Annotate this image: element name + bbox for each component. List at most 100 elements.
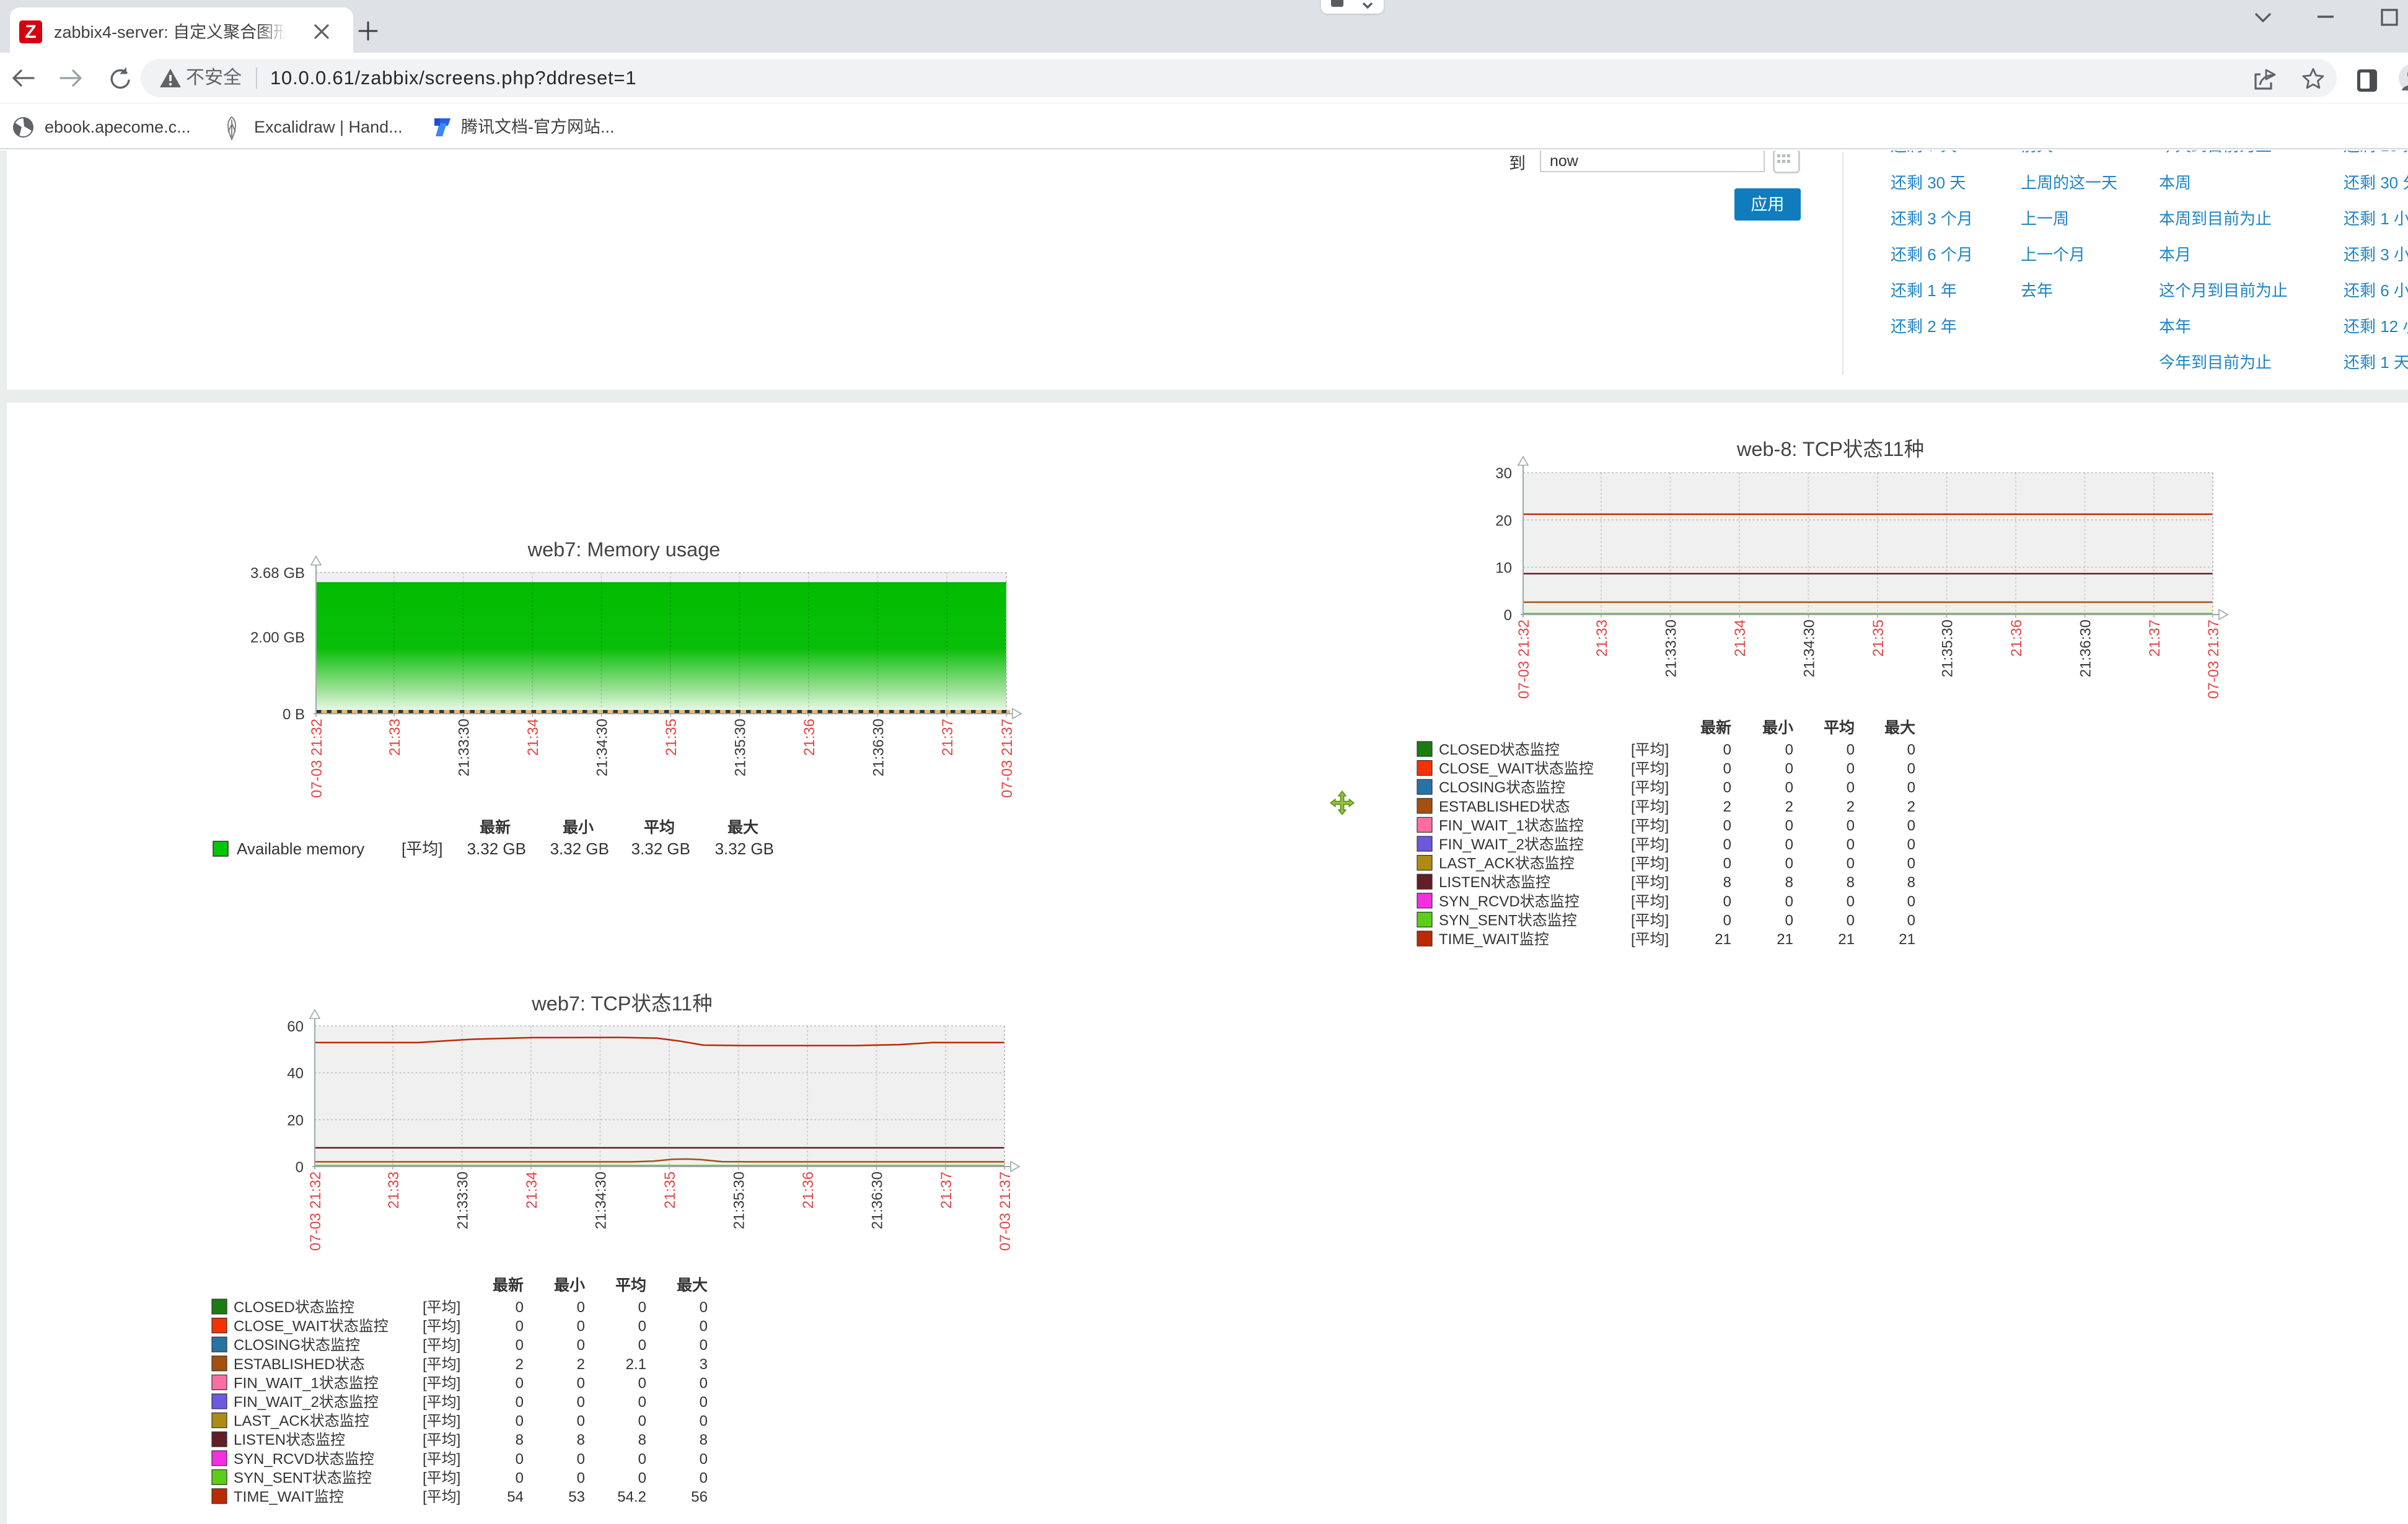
svg-text:ESTABLISHED状态: ESTABLISHED状态 [1439,799,1570,815]
svg-text:[平均]: [平均] [423,1299,460,1316]
svg-text:平均: 平均 [615,1277,646,1294]
svg-text:21:37: 21:37 [2147,620,2163,657]
svg-text:07-03 21:32: 07-03 21:32 [307,1171,324,1251]
svg-text:07-03 21:37: 07-03 21:37 [999,719,1016,798]
svg-text:0: 0 [1907,779,1915,796]
svg-text:0: 0 [1504,607,1512,624]
svg-text:SYN_SENT状态监控: SYN_SENT状态监控 [1439,912,1577,929]
svg-text:0: 0 [577,1299,585,1316]
svg-text:54: 54 [507,1489,524,1505]
svg-text:21:33: 21:33 [1594,620,1610,657]
svg-text:0: 0 [1785,742,1793,758]
svg-text:30: 30 [1495,465,1512,482]
svg-text:最大: 最大 [677,1277,708,1294]
svg-text:LAST_ACK状态监控: LAST_ACK状态监控 [234,1413,369,1430]
svg-text:0: 0 [1847,742,1855,758]
svg-text:21:33:30: 21:33:30 [456,719,473,776]
svg-text:3.32 GB: 3.32 GB [715,839,774,858]
svg-text:CLOSING状态监控: CLOSING状态监控 [1439,779,1565,796]
svg-text:0: 0 [638,1375,646,1391]
svg-text:60: 60 [287,1018,304,1035]
svg-text:21:34: 21:34 [525,719,542,756]
svg-text:0: 0 [1907,817,1915,834]
svg-text:0: 0 [1847,761,1855,777]
svg-text:21:35: 21:35 [1870,620,1887,657]
svg-text:0: 0 [638,1451,646,1468]
svg-text:CLOSE_WAIT状态监控: CLOSE_WAIT状态监控 [234,1318,389,1335]
svg-text:56: 56 [691,1489,708,1505]
svg-text:54.2: 54.2 [617,1489,646,1505]
svg-text:0: 0 [577,1375,585,1391]
svg-text:最小: 最小 [563,819,594,836]
svg-text:2.00 GB: 2.00 GB [250,629,305,646]
svg-text:最小: 最小 [1762,719,1793,737]
svg-text:21:34: 21:34 [524,1171,540,1209]
svg-text:FIN_WAIT_2状态监控: FIN_WAIT_2状态监控 [234,1394,379,1411]
svg-text:[平均]: [平均] [423,1413,460,1430]
svg-text:最新: 最新 [480,818,511,836]
svg-text:FIN_WAIT_1状态监控: FIN_WAIT_1状态监控 [1439,817,1584,834]
svg-text:0: 0 [1847,893,1855,910]
svg-text:0: 0 [1847,836,1855,853]
svg-text:0: 0 [1847,779,1855,796]
svg-text:2: 2 [1907,799,1915,815]
svg-text:21:37: 21:37 [939,719,956,756]
svg-text:0: 0 [638,1337,646,1354]
svg-text:0: 0 [1785,817,1793,834]
svg-text:0: 0 [1723,779,1731,796]
svg-text:21:33: 21:33 [385,1171,402,1209]
svg-text:0: 0 [1723,761,1731,777]
svg-text:最小: 最小 [554,1277,585,1294]
svg-text:0: 0 [516,1299,524,1316]
svg-text:FIN_WAIT_1状态监控: FIN_WAIT_1状态监控 [234,1375,379,1391]
svg-text:LAST_ACK状态监控: LAST_ACK状态监控 [1439,856,1575,872]
svg-text:07-03 21:37: 07-03 21:37 [997,1171,1014,1251]
svg-text:21:36:30: 21:36:30 [2078,620,2094,677]
svg-text:21:36:30: 21:36:30 [871,719,887,776]
svg-text:CLOSED状态监控: CLOSED状态监控 [1439,742,1560,758]
svg-text:[平均]: [平均] [402,839,442,858]
svg-text:0: 0 [700,1375,708,1391]
svg-text:0: 0 [638,1299,646,1316]
svg-text:平均: 平均 [644,819,675,836]
svg-text:0: 0 [516,1469,524,1486]
svg-text:CLOSED状态监控: CLOSED状态监控 [234,1299,354,1316]
svg-text:0: 0 [516,1413,524,1430]
svg-text:0: 0 [516,1337,524,1354]
svg-text:最新: 最新 [493,1276,524,1294]
svg-text:0: 0 [1907,893,1915,910]
svg-text:21: 21 [1777,931,1793,948]
svg-text:21:34:30: 21:34:30 [594,719,611,776]
svg-text:最大: 最大 [1884,719,1915,737]
svg-text:3: 3 [700,1356,708,1373]
svg-text:8: 8 [1723,874,1731,891]
svg-text:[平均]: [平均] [1631,931,1669,948]
svg-text:[平均]: [平均] [423,1451,460,1468]
svg-text:21:35: 21:35 [663,719,680,756]
svg-text:[平均]: [平均] [1631,912,1669,929]
svg-text:[平均]: [平均] [1631,817,1669,834]
svg-text:[平均]: [平均] [423,1432,460,1448]
svg-text:[平均]: [平均] [423,1318,460,1335]
svg-text:8: 8 [638,1432,646,1448]
svg-text:SYN_RCVD状态监控: SYN_RCVD状态监控 [234,1451,374,1468]
svg-text:0: 0 [700,1318,708,1335]
svg-text:8: 8 [516,1432,524,1448]
svg-text:[平均]: [平均] [1631,856,1669,872]
svg-text:FIN_WAIT_2状态监控: FIN_WAIT_2状态监控 [1439,836,1584,853]
svg-text:2: 2 [1785,799,1793,815]
svg-text:0: 0 [1907,912,1915,929]
svg-text:0: 0 [1785,912,1793,929]
svg-text:40: 40 [287,1066,304,1082]
svg-text:[平均]: [平均] [423,1469,460,1486]
svg-text:Available memory: Available memory [237,839,364,858]
svg-text:0: 0 [1907,836,1915,853]
svg-text:3.32 GB: 3.32 GB [550,839,609,858]
svg-text:LISTEN状态监控: LISTEN状态监控 [234,1432,345,1448]
svg-text:0: 0 [577,1469,585,1486]
svg-text:web7: Memory usage: web7: Memory usage [527,538,721,561]
svg-text:0: 0 [1907,856,1915,872]
svg-text:0: 0 [1723,836,1731,853]
svg-text:0: 0 [638,1469,646,1486]
svg-text:07-03 21:37: 07-03 21:37 [2205,620,2222,699]
